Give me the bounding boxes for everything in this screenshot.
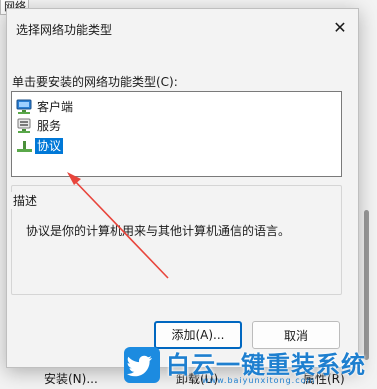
feature-type-list[interactable]: 客户端 服务 协议 bbox=[11, 91, 342, 177]
watermark-url: www.baiyunxitong.com bbox=[202, 376, 316, 385]
twitter-bird-logo bbox=[124, 347, 160, 383]
description-label: 描述 bbox=[10, 192, 41, 209]
dialog-titlebar[interactable]: 选择网络功能类型 ✕ bbox=[7, 9, 358, 49]
list-item-protocol[interactable]: 协议 bbox=[16, 137, 64, 155]
close-icon: ✕ bbox=[333, 18, 347, 37]
list-item-label: 服务 bbox=[37, 119, 62, 133]
description-text: 协议是你的计算机用来与其他计算机通信的语言。 bbox=[26, 224, 291, 238]
close-button[interactable]: ✕ bbox=[326, 15, 354, 41]
description-group bbox=[11, 185, 342, 295]
install-button[interactable]: 安装(N)... bbox=[44, 370, 98, 387]
list-item-service[interactable]: 服务 bbox=[16, 117, 63, 135]
list-item-client[interactable]: 客户端 bbox=[16, 98, 75, 116]
dialog-title: 选择网络功能类型 bbox=[16, 23, 113, 37]
network-service-icon bbox=[17, 118, 31, 133]
background-scrollbar[interactable] bbox=[364, 210, 369, 360]
list-item-label: 客户端 bbox=[37, 100, 74, 114]
watermark: 白云一键重装系统 www.baiyunxitong.com bbox=[124, 345, 374, 389]
watermark-text: 白云一键重装系统 bbox=[166, 351, 366, 379]
feature-type-prompt: 单击要安装的网络功能类型(C): bbox=[12, 75, 178, 89]
network-client-icon bbox=[16, 99, 32, 114]
list-item-label: 协议 bbox=[35, 138, 64, 154]
network-protocol-icon bbox=[17, 141, 32, 152]
